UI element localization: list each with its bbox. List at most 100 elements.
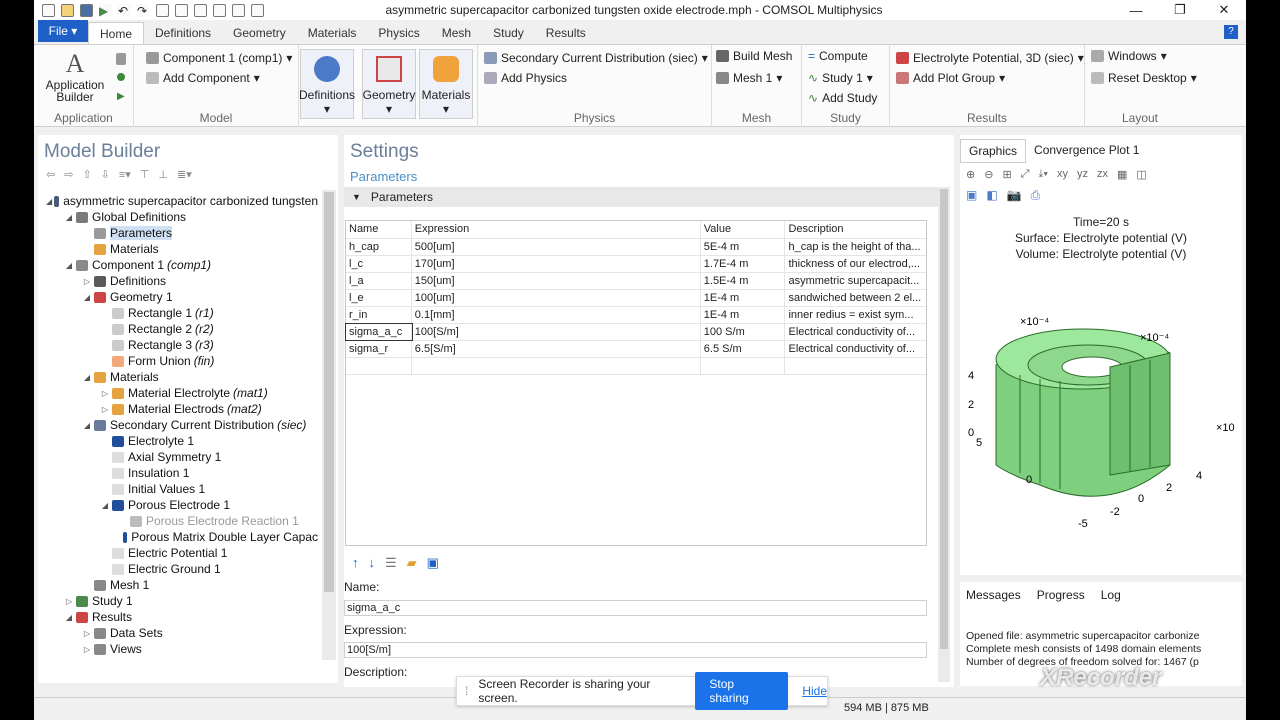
tree-toggle-icon[interactable]: ▷ [82,629,92,638]
tree-node[interactable]: Rectangle 3 (r3) [38,337,318,353]
tab-graphics[interactable]: Graphics [960,139,1027,163]
tab-geometry[interactable]: Geometry [222,22,297,44]
tree-node[interactable]: ▷ Definitions [38,273,318,289]
tab-materials[interactable]: Materials [297,22,368,44]
table-cell[interactable] [701,358,786,374]
delete-rows-icon[interactable]: ☰ [385,555,397,571]
tab-home[interactable]: Home [88,22,145,44]
tree-node[interactable]: ▷ Material Electrolyte (mat1) [38,385,318,401]
tree-node[interactable]: Insulation 1 [38,465,318,481]
tab-study[interactable]: Study [482,22,535,44]
expand-icon[interactable]: ⊥ [158,168,168,181]
compute-button[interactable]: = Compute [808,49,868,63]
file-menu-button[interactable]: File ▾ [38,20,88,42]
tree-toggle-icon[interactable]: ◢ [64,213,74,222]
definitions-button[interactable]: Definitions ▾ [299,49,355,119]
print-icon[interactable]: ⎙ [1031,188,1041,203]
table-cell[interactable]: 100[S/m] [412,324,701,340]
table-cell[interactable]: 6.5 S/m [701,341,786,357]
add-physics-button[interactable]: Add Physics [484,71,567,85]
tree-node[interactable]: Axial Symmetry 1 [38,449,318,465]
table-row[interactable]: l_e 100[um] 1E-4 m sandwiched between 2 el.… [346,290,926,307]
table-cell[interactable] [412,358,701,374]
tree-node[interactable]: Electric Ground 1 [38,561,318,577]
save-icon[interactable] [80,3,93,17]
tab-definitions[interactable]: Definitions [144,22,222,44]
study1-dropdown[interactable]: ∿ Study 1 ▾ [808,71,873,85]
tab-progress[interactable]: Progress [1037,588,1085,602]
tree-node[interactable]: Rectangle 2 (r2) [38,321,318,337]
help-icon[interactable]: ? [1224,25,1238,39]
zoom-out-icon[interactable]: ⊖ [984,168,993,181]
tab-physics[interactable]: Physics [367,22,430,44]
table-row[interactable]: l_c 170[um] 1.7E-4 m thickness of our elect… [346,256,926,273]
table-cell[interactable]: 1.5E-4 m [701,273,786,289]
table-cell[interactable]: h_cap is the height of tha... [785,239,926,255]
tree-node[interactable]: Porous Electrode Reaction 1 [38,513,318,529]
tree-node[interactable]: ◢ Geometry 1 [38,289,318,305]
load-from-file-icon[interactable]: ▰ [407,555,417,571]
table-cell[interactable]: 1E-4 m [701,290,786,306]
table-cell[interactable]: thickness of our electrod,... [785,256,926,272]
column-header-value[interactable]: Value [701,221,786,238]
table-cell[interactable]: 5E-4 m [701,239,786,255]
transparency-icon[interactable]: ◫ [1136,168,1146,181]
table-cell[interactable]: l_e [346,290,412,306]
column-header-expression[interactable]: Expression [412,221,701,238]
table-cell[interactable]: 1.7E-4 m [701,256,786,272]
add-component-button[interactable]: Add Component ▾ [146,71,260,85]
settings-scrollbar[interactable] [938,187,950,682]
column-header-name[interactable]: Name [346,221,412,238]
table-cell[interactable]: 0.1[mm] [412,307,701,323]
table-cell[interactable]: inner redius = exist sym... [785,307,926,323]
tab-convergence-plot[interactable]: Convergence Plot 1 [1026,139,1147,163]
parameters-section-header[interactable]: ▼ Parameters [344,187,938,207]
table-cell[interactable]: 170[um] [412,256,701,272]
tree-toggle-icon[interactable]: ◢ [64,261,74,270]
tree-node[interactable]: Form Union (fin) [38,353,318,369]
tree-toggle-icon[interactable]: ▷ [82,645,92,654]
tree-node[interactable]: ◢ Results [38,609,318,625]
tree-toggle-icon[interactable]: ◢ [82,421,92,430]
save-to-file-icon[interactable]: ▣ [427,555,439,571]
copy-icon[interactable] [156,3,169,17]
table-row[interactable]: sigma_a_c 100[S/m] 100 S/m Electrical condu… [345,323,926,341]
hide-link[interactable]: Hide [802,684,827,698]
tab-mesh[interactable]: Mesh [431,22,482,44]
table-cell[interactable]: h_cap [346,239,412,255]
tree-node[interactable]: Electric Potential 1 [38,545,318,561]
tree-toggle-icon[interactable]: ◢ [100,501,110,510]
tree-node[interactable]: ◢ Global Definitions [38,209,318,225]
maximize-icon[interactable]: ❐ [1158,0,1202,20]
tree-toggle-icon[interactable]: ◢ [82,373,92,382]
table-cell[interactable]: sandwiched between 2 el... [785,290,926,306]
tree-node[interactable]: ▷ Data Sets [38,625,318,641]
show-icon[interactable]: ≡▾ [119,168,131,181]
tree-toggle-icon[interactable]: ◢ [64,613,74,622]
move-up-arrow-icon[interactable]: ↑ [352,555,359,571]
name-field[interactable]: sigma_a_c [344,600,927,616]
tree-toggle-icon[interactable]: ▷ [82,277,92,286]
move-down-icon[interactable]: ⇩ [101,168,110,181]
materials-button[interactable]: Materials ▾ [419,49,473,119]
table-cell[interactable]: sigma_a_c [345,323,413,341]
table-row[interactable]: sigma_r 6.5[S/m] 6.5 S/m Electrical conduct… [346,341,926,358]
physics-dropdown[interactable]: Secondary Current Distribution (siec) ▾ [484,51,708,65]
add-plot-group-button[interactable]: Add Plot Group ▾ [896,71,1005,85]
tree-node[interactable]: ◢ Secondary Current Distribution (siec) [38,417,318,433]
tree-node[interactable]: ◢ Component 1 (comp1) [38,257,318,273]
run-app-icon[interactable]: ▶ [117,91,125,102]
zoom-in-icon[interactable]: ⊕ [966,168,975,181]
tree-toggle-icon[interactable]: ◢ [82,293,92,302]
column-header-description[interactable]: Description [785,221,926,238]
tab-messages[interactable]: Messages [966,588,1021,602]
collapse-icon[interactable]: ⊤ [140,168,150,181]
geometry-button[interactable]: Geometry ▾ [362,49,416,119]
tree-node[interactable]: Mesh 1 [38,577,318,593]
tree-node[interactable]: ▷ Study 1 [38,593,318,609]
component-dropdown[interactable]: Component 1 (comp1) ▾ [146,51,292,65]
table-cell[interactable]: asymmetric supercapacit... [785,273,926,289]
windows-dropdown[interactable]: Windows ▾ [1091,49,1167,63]
table-cell[interactable]: 150[um] [412,273,701,289]
table-cell[interactable] [346,358,412,374]
